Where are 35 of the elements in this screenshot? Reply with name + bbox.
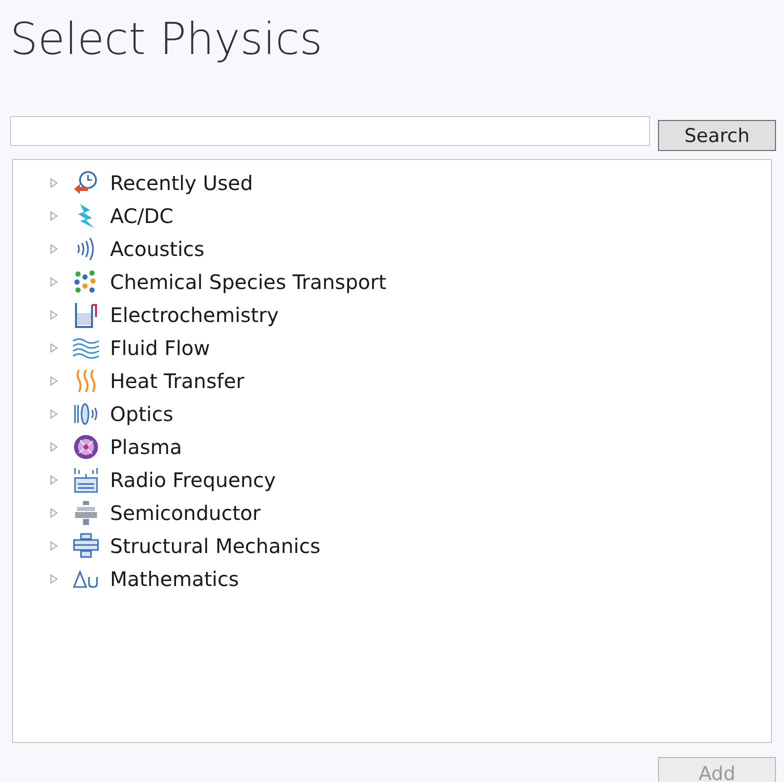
expand-icon[interactable] — [50, 310, 58, 320]
tree-item[interactable]: Radio Frequency — [110, 468, 276, 492]
tree-item[interactable]: Chemical Species Transport — [110, 270, 386, 294]
expand-icon[interactable] — [50, 210, 58, 220]
expand-icon[interactable] — [50, 408, 58, 418]
expand-icon[interactable] — [50, 540, 58, 550]
tree-item[interactable]: AC/DC — [110, 204, 174, 228]
tree-item[interactable]: Electrochemistry — [110, 302, 279, 326]
tree-item[interactable]: Mathematics — [110, 566, 239, 590]
tree-item[interactable]: Recently Used — [110, 170, 253, 194]
search-field[interactable] — [10, 116, 650, 146]
tree-item[interactable]: Semiconductor — [110, 500, 261, 524]
tree-item[interactable]: Heat Transfer — [110, 368, 244, 392]
clock-arrow-icon — [72, 168, 100, 196]
expand-icon[interactable] — [50, 442, 58, 452]
tree-item[interactable]: Optics — [110, 402, 174, 426]
beaker-icon — [72, 300, 100, 328]
tree-item[interactable]: Acoustics — [110, 236, 204, 260]
tree-item[interactable]: Structural Mechanics — [110, 534, 320, 558]
dialog-title: Select Physics — [10, 13, 324, 67]
tree-item[interactable]: Plasma — [110, 434, 182, 458]
search-button[interactable]: Search — [658, 120, 776, 151]
tree-item[interactable]: Fluid Flow — [110, 336, 210, 360]
expand-icon[interactable] — [50, 178, 58, 188]
expand-icon[interactable] — [50, 276, 58, 286]
expand-icon[interactable] — [50, 244, 58, 254]
expand-icon[interactable] — [50, 474, 58, 484]
expand-icon[interactable] — [50, 376, 58, 386]
chip-icon — [72, 498, 100, 526]
expand-icon[interactable] — [50, 508, 58, 518]
router-icon — [72, 466, 100, 494]
expand-icon[interactable] — [50, 342, 58, 352]
expand-icon[interactable] — [50, 574, 58, 584]
plasma-ball-icon — [72, 432, 100, 460]
beam-icon — [72, 532, 100, 560]
